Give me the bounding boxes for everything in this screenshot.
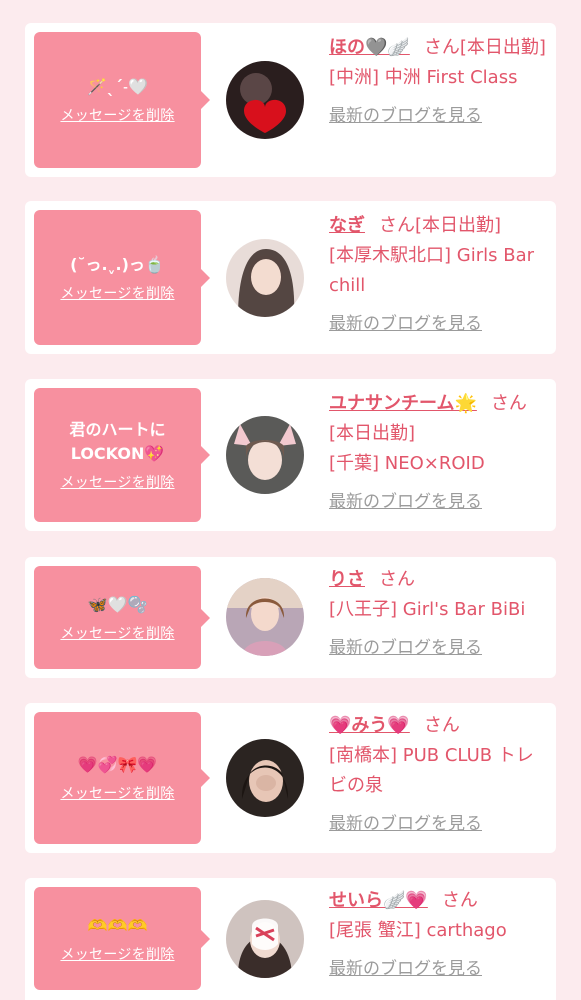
avatar[interactable] (226, 61, 304, 139)
latest-blog-link[interactable]: 最新のブログを見る (329, 954, 546, 984)
girl-name-link[interactable]: なぎ (329, 215, 365, 236)
honorific: さん (441, 890, 478, 911)
message-card: 君のハートに LOCKON💖 メッセージを削除 ユナサンチーム🌟 さん [本日出勤]… (25, 379, 556, 531)
latest-blog-link[interactable]: 最新のブログを見る (329, 101, 546, 131)
status-text: [本日出勤] (329, 423, 416, 444)
girl-name-link[interactable]: せいら🪽💗 (329, 890, 428, 911)
message-bubble: 君のハートに LOCKON💖 メッセージを削除 (34, 388, 210, 522)
shop-text: [本厚木駅北口] Girls Bar chill (329, 245, 534, 296)
girl-info: なぎ さん[本日出勤] [本厚木駅北口] Girls Bar chill 最新のブ… (329, 211, 546, 339)
girl-name-link[interactable]: りさ (329, 569, 365, 590)
delete-message-link[interactable]: メッセージを削除 (60, 472, 174, 492)
latest-blog-link[interactable]: 最新のブログを見る (329, 809, 546, 839)
message-card: 💗💞🎀💗 メッセージを削除 💗みう💗 さん [南橋本] PUB CLUB トレビの… (25, 703, 556, 853)
message-card: (˘っ.ˬ.)っ🍵 メッセージを削除 なぎ さん[本日出勤] [本厚木駅北口] G… (25, 201, 556, 354)
message-text: (˘っ.ˬ.)っ🍵 (70, 254, 165, 274)
latest-blog-link[interactable]: 最新のブログを見る (329, 309, 546, 339)
message-card: 🦋🤍🫧 メッセージを削除 りさ さん [八王子] Girl's Bar BiBi … (25, 557, 556, 678)
status-text: [本日出勤] (415, 215, 502, 236)
honorific: さん (379, 215, 415, 236)
shop-text: [南橋本] PUB CLUB トレビの泉 (329, 745, 534, 796)
delete-message-link[interactable]: メッセージを削除 (60, 283, 174, 303)
honorific: さん (379, 569, 415, 590)
message-bubble: 🦋🤍🫧 メッセージを削除 (34, 566, 210, 669)
message-card: 🪄ˎˊ˗🤍 メッセージを削除 ほの🩶🪽 さん[本日出勤] [中洲] 中洲 Firs… (25, 23, 556, 177)
avatar[interactable] (226, 900, 304, 978)
latest-blog-link[interactable]: 最新のブログを見る (329, 487, 546, 517)
message-text: 🪄ˎˊ˗🤍 (86, 77, 149, 96)
honorific: さん (423, 715, 460, 736)
delete-message-link[interactable]: メッセージを削除 (60, 944, 174, 964)
shop-text: [千葉] NEO×ROID (329, 453, 485, 474)
delete-message-link[interactable]: メッセージを削除 (60, 105, 174, 125)
shop-text: [八王子] Girl's Bar BiBi (329, 599, 526, 620)
message-bubble: (˘っ.ˬ.)っ🍵 メッセージを削除 (34, 210, 210, 345)
girl-info: りさ さん [八王子] Girl's Bar BiBi 最新のブログを見る (329, 565, 546, 663)
avatar[interactable] (226, 239, 304, 317)
avatar[interactable] (226, 416, 304, 494)
girl-info: ほの🩶🪽 さん[本日出勤] [中洲] 中洲 First Class 最新のブログを… (329, 33, 546, 131)
girl-info: 💗みう💗 さん [南橋本] PUB CLUB トレビの泉 最新のブログを見る (329, 711, 546, 839)
message-text: 🫶🫶🫶 (87, 915, 148, 935)
message-bubble: 💗💞🎀💗 メッセージを削除 (34, 712, 210, 844)
delete-message-link[interactable]: メッセージを削除 (60, 783, 174, 803)
girl-name-link[interactable]: ユナサンチーム🌟 (329, 393, 477, 414)
status-text: [本日出勤] (459, 37, 546, 58)
girl-info: せいら🪽💗 さん [尾張 蟹江] carthago 最新のブログを見る (329, 886, 546, 984)
message-text: 🦋🤍🫧 (87, 594, 148, 614)
avatar[interactable] (226, 739, 304, 817)
delete-message-link[interactable]: メッセージを削除 (60, 623, 174, 643)
honorific: さん (490, 393, 527, 414)
honorific: さん (423, 37, 460, 58)
girl-name-link[interactable]: 💗みう💗 (329, 715, 410, 736)
avatar[interactable] (226, 578, 304, 656)
girl-info: ユナサンチーム🌟 さん [本日出勤] [千葉] NEO×ROID 最新のブログを見る (329, 389, 546, 517)
shop-text: [中洲] 中洲 First Class (329, 67, 518, 88)
message-bubble: 🫶🫶🫶 メッセージを削除 (34, 887, 210, 990)
message-bubble: 🪄ˎˊ˗🤍 メッセージを削除 (34, 32, 210, 168)
latest-blog-link[interactable]: 最新のブログを見る (329, 633, 546, 663)
shop-text: [尾張 蟹江] carthago (329, 920, 507, 941)
message-card: 🫶🫶🫶 メッセージを削除 せいら🪽💗 さん [尾張 蟹江] carthago 最新… (25, 878, 556, 1000)
message-text: 君のハートに LOCKON💖 (69, 420, 166, 463)
message-text: 💗💞🎀💗 (77, 755, 158, 774)
girl-name-link[interactable]: ほの🩶🪽 (329, 37, 410, 58)
